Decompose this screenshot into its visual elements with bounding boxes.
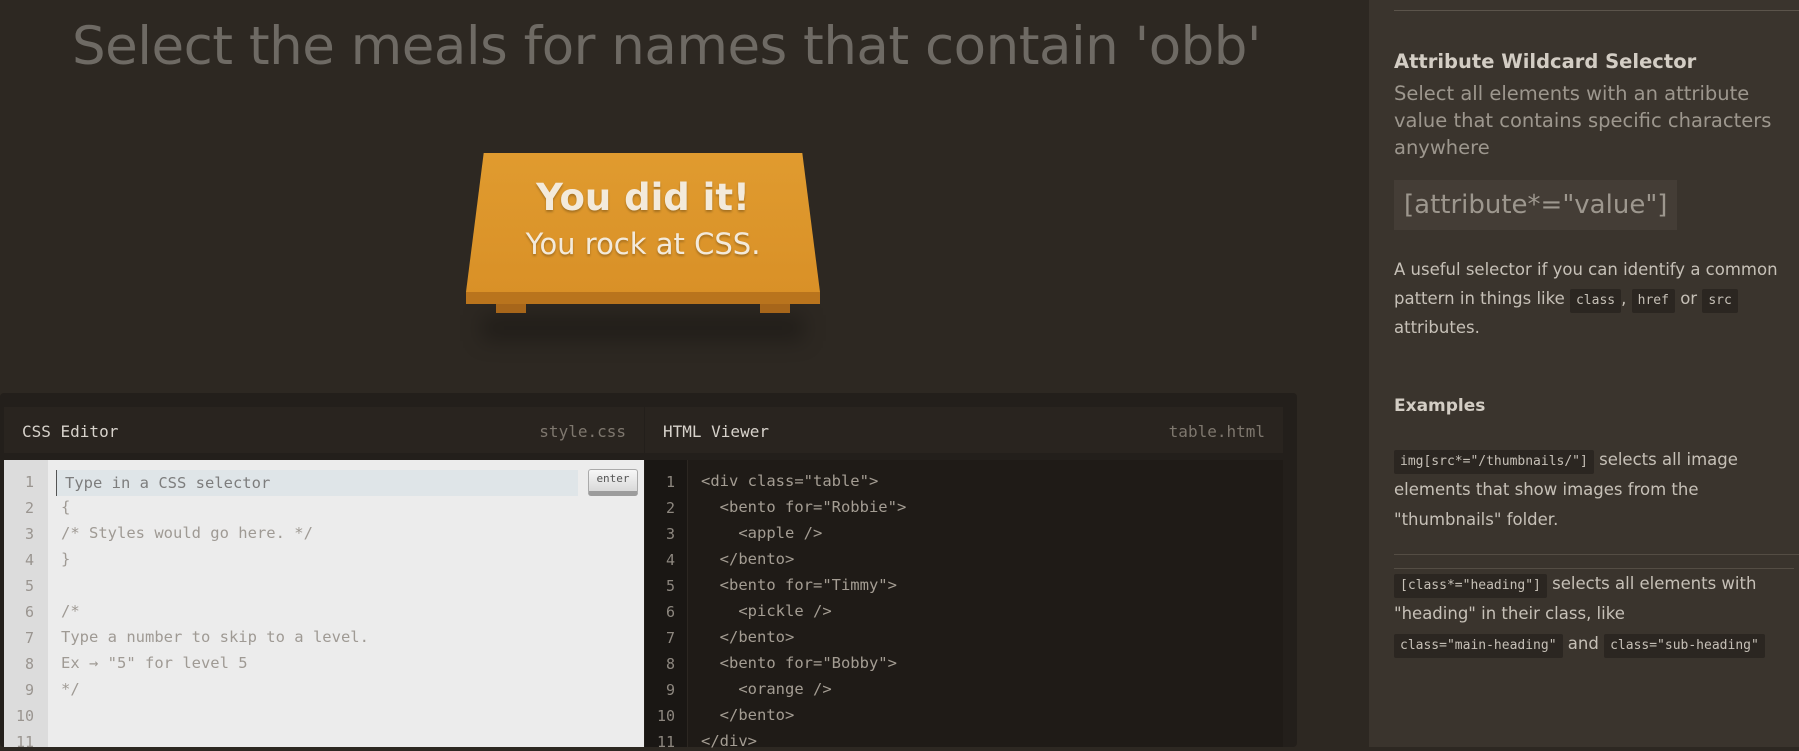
css-editor-header: CSS Editor style.css [4, 407, 644, 453]
selector-syntax: [attribute*="value"] [1394, 180, 1678, 230]
line-number: 7 [24, 629, 34, 647]
game-table: You did it! You rock at CSS. [466, 153, 820, 341]
css-editor-body[interactable]: 1 2 3 4 5 6 7 8 9 10 11 enter { /* Style… [4, 460, 644, 751]
css-code-line: } [61, 550, 71, 568]
html-code-line[interactable]: </bento> [701, 628, 795, 646]
html-viewer-header: HTML Viewer table.html [645, 407, 1283, 453]
html-code-line[interactable]: </bento> [701, 706, 795, 724]
line-number: 9 [665, 681, 675, 699]
example-text: and [1567, 634, 1599, 653]
html-code-line[interactable]: <bento for="Timmy"> [701, 576, 897, 594]
table-front-edge [466, 292, 820, 304]
line-number: 5 [665, 577, 675, 595]
line-number: 2 [665, 499, 675, 517]
table-shadow [482, 315, 804, 341]
success-subtitle: You rock at CSS. [525, 227, 761, 261]
example-code: img[src*="/thumbnails/"] [1394, 450, 1594, 474]
example-2: [class*="heading"] selects all elements … [1394, 568, 1794, 659]
line-number: 11 [15, 733, 34, 751]
line-number: 11 [656, 733, 675, 751]
game-area: Select the meals for names that contain … [0, 0, 1369, 751]
css-code-line: { [61, 498, 71, 516]
line-number: 1 [665, 473, 675, 491]
hint-chip-class: class [1569, 289, 1622, 313]
line-number: 3 [24, 525, 34, 543]
html-code-line[interactable]: </div> [701, 732, 757, 750]
css-code-line: */ [61, 680, 80, 698]
examples-title: Examples [1394, 396, 1486, 416]
example-1: img[src*="/thumbnails/"] selects all ima… [1394, 445, 1794, 535]
hint-chip-src: src [1702, 289, 1738, 313]
line-number: 3 [665, 525, 675, 543]
line-number: 5 [24, 577, 34, 595]
hint-chip-href: href [1631, 289, 1675, 313]
table-leg-right [760, 304, 790, 313]
html-viewer-body: 1 2 3 4 5 6 7 8 9 10 11 <div class="tabl… [645, 460, 1283, 751]
css-code-line: /* Styles would go here. */ [61, 524, 313, 542]
selector-hint: A useful selector if you can identify a … [1394, 255, 1794, 342]
line-number: 1 [24, 473, 34, 491]
examples-divider [1394, 554, 1799, 555]
html-viewer-filename: table.html [1168, 422, 1265, 441]
hint-separator: , [1621, 289, 1627, 308]
css-editor-filename: style.css [539, 422, 626, 441]
selector-description: Select all elements with an attribute va… [1394, 82, 1772, 159]
sidebar-divider [1394, 10, 1799, 11]
css-code-line: Ex → "5" for level 5 [61, 654, 248, 672]
sidebar: Attribute Wildcard Selector Select all e… [1369, 0, 1799, 747]
example-code: class="main-heading" [1394, 634, 1563, 658]
line-number: 8 [24, 655, 34, 673]
html-code-line[interactable]: <bento for="Bobby"> [701, 654, 897, 672]
css-code-line: /* [61, 602, 80, 620]
line-number: 9 [24, 681, 34, 699]
line-number: 10 [15, 707, 34, 725]
line-number: 8 [665, 655, 675, 673]
css-selector-input[interactable] [56, 470, 576, 496]
line-number: 4 [24, 551, 34, 569]
selector-name: Attribute Wildcard Selector [1394, 50, 1697, 73]
example-code: [class*="heading"] [1394, 574, 1547, 598]
selector-input-wrap [56, 470, 578, 496]
enter-button[interactable]: enter [588, 469, 638, 496]
line-number: 6 [665, 603, 675, 621]
line-number: 6 [24, 603, 34, 621]
example-code: class="sub-heading" [1604, 634, 1765, 658]
html-code-line[interactable]: </bento> [701, 550, 795, 568]
css-code-line: Type a number to skip to a level. [61, 628, 369, 646]
hint-text-end: attributes. [1394, 318, 1480, 337]
table-leg-left [496, 304, 526, 313]
html-viewer-title: HTML Viewer [663, 422, 769, 441]
level-instruction: Select the meals for names that contain … [72, 16, 1261, 77]
line-number: 7 [665, 629, 675, 647]
css-editor-title: CSS Editor [22, 422, 119, 441]
line-number: 2 [24, 499, 34, 517]
html-code-line[interactable]: <pickle /> [701, 602, 831, 620]
html-code-line[interactable]: <apple /> [701, 524, 822, 542]
hint-separator: or [1680, 289, 1698, 308]
line-number: 4 [665, 551, 675, 569]
html-code-line[interactable]: <orange /> [701, 680, 831, 698]
success-title: You did it! [536, 176, 750, 219]
line-number: 10 [656, 707, 675, 725]
html-code-line[interactable]: <div class="table"> [701, 472, 878, 490]
html-code-line[interactable]: <bento for="Robbie"> [701, 498, 907, 516]
